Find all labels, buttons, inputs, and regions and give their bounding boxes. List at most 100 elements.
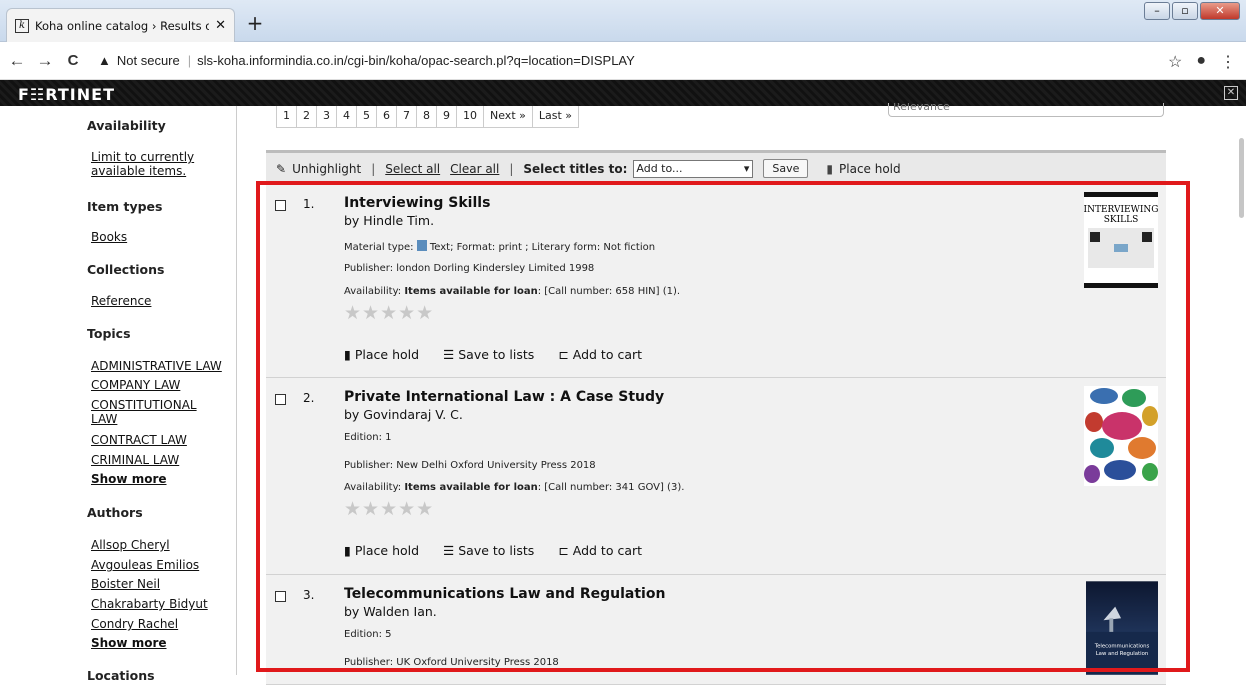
result-checkbox[interactable] (275, 394, 286, 405)
tab-close-icon[interactable]: ✕ (215, 18, 226, 33)
publisher: Publisher: london Dorling Kindersley Lim… (344, 263, 595, 274)
place-hold-label: Place hold (354, 543, 420, 558)
unhighlight-link[interactable]: Unhighlight (292, 162, 361, 176)
limit-available-link[interactable]: Limit to currently available items. (91, 150, 194, 178)
facets-sidebar: Availability Limit to currently availabl… (78, 106, 237, 683)
topic-line-1: CONSTITUTIONAL (91, 398, 197, 412)
selection-toolbar: ✎ Unhighlight | Select all Clear all | S… (266, 150, 1166, 184)
page-link[interactable]: 7 (397, 106, 417, 127)
bookmark-icon: ▮ (344, 347, 355, 362)
bookmark-star-icon[interactable]: ☆ (1168, 52, 1182, 72)
page-link[interactable]: 9 (437, 106, 457, 127)
author-link[interactable]: Condry Rachel (91, 617, 178, 631)
material-type: Material type: Text; Format: print ; Lit… (344, 240, 655, 253)
rating-stars[interactable]: ★★★★★ (344, 498, 434, 520)
authors-heading: Authors (87, 505, 143, 520)
pencil-icon: ✎ (276, 161, 287, 176)
add-to-select[interactable]: Add to... (633, 159, 754, 178)
result-item: 3. Telecommunications Law and Regulation… (266, 575, 1166, 685)
book-cover-image[interactable]: INTERVIEWING SKILLS (1084, 192, 1158, 288)
minimize-icon[interactable]: – (1144, 2, 1170, 20)
result-author-link[interactable]: by Hindle Tim. (344, 213, 434, 228)
forward-icon[interactable]: → (34, 51, 56, 71)
place-hold-link[interactable]: ▮ Place hold (344, 347, 419, 362)
result-title-link[interactable]: Private International Law : A Case Study (344, 389, 664, 405)
topic-link[interactable]: CONSTITUTIONAL LAW (91, 398, 197, 426)
authors-show-more-link[interactable]: Show more (91, 636, 167, 650)
topic-link[interactable]: CONTRACT LAW (91, 433, 187, 447)
page-link[interactable]: 10 (457, 106, 484, 127)
reload-icon[interactable]: C (62, 52, 84, 69)
author-link[interactable]: Avgouleas Emilios (91, 558, 199, 572)
cover-title-line-1: INTERVIEWING (1084, 205, 1158, 215)
rating-stars[interactable]: ★★★★★ (344, 302, 434, 324)
save-button[interactable]: Save (763, 159, 809, 178)
tab-title: Koha online catalog › Results of s (35, 18, 210, 33)
locations-heading: Locations (87, 668, 155, 683)
profile-icon[interactable]: ● (1196, 52, 1206, 72)
book-cover-image[interactable] (1084, 386, 1158, 486)
list-icon: ☰ (443, 543, 459, 558)
browser-tab[interactable]: k Koha online catalog › Results of s ✕ (6, 8, 235, 42)
result-checkbox[interactable] (275, 591, 286, 602)
next-page-link[interactable]: Next » (484, 106, 533, 127)
result-number: 1. (303, 197, 315, 211)
warning-icon: ▲ (98, 53, 111, 68)
book-cover-image[interactable]: Telecommunications Law and Regulation (1086, 581, 1158, 675)
add-to-cart-link[interactable]: ⊏ Add to cart (558, 543, 642, 558)
book-icon (416, 240, 427, 251)
result-title-link[interactable]: Interviewing Skills (344, 195, 490, 211)
place-hold-link[interactable]: ▮ Place hold (344, 543, 419, 558)
edition: Edition: 1 (344, 432, 392, 443)
url-field[interactable]: sls-koha.informindia.co.in/cgi-bin/koha/… (188, 53, 635, 68)
item-type-books-link[interactable]: Books (91, 230, 127, 244)
page-scrollbar[interactable] (1238, 106, 1246, 675)
page-link[interactable]: 8 (417, 106, 437, 127)
scrollbar-thumb[interactable] (1239, 138, 1244, 218)
page-link[interactable]: 3 (317, 106, 337, 127)
author-link[interactable]: Allsop Cheryl (91, 538, 170, 552)
result-title-link[interactable]: Telecommunications Law and Regulation (344, 586, 665, 602)
security-indicator[interactable]: ▲ Not secure (98, 53, 180, 68)
maximize-icon[interactable]: ▫ (1172, 2, 1198, 20)
select-all-link[interactable]: Select all (385, 162, 440, 176)
page-link[interactable]: 6 (377, 106, 397, 127)
new-tab-button[interactable]: + (244, 13, 266, 35)
author-link[interactable]: Chakrabarty Bidyut (91, 597, 208, 611)
result-author-link[interactable]: by Walden Ian. (344, 604, 437, 619)
material-label: Material type: (344, 242, 417, 253)
window-close-icon[interactable]: ✕ (1200, 2, 1240, 20)
page-link[interactable]: 4 (337, 106, 357, 127)
availability-label: Availability: (344, 482, 405, 493)
back-icon[interactable]: ← (6, 51, 28, 71)
page-link[interactable]: 2 (297, 106, 317, 127)
clear-all-link[interactable]: Clear all (450, 162, 499, 176)
banner-close-icon[interactable]: ✕ (1224, 86, 1238, 100)
last-page-link[interactable]: Last » (533, 106, 578, 127)
collection-reference-link[interactable]: Reference (91, 294, 151, 308)
add-to-cart-link[interactable]: ⊏ Add to cart (558, 347, 642, 362)
author-link[interactable]: Boister Neil (91, 577, 160, 591)
result-number: 3. (303, 588, 315, 602)
result-author-link[interactable]: by Govindaraj V. C. (344, 407, 463, 422)
sort-select[interactable]: Relevance (888, 103, 1164, 117)
menu-icon[interactable]: ⋮ (1220, 52, 1236, 72)
edition: Edition: 5 (344, 629, 392, 640)
publisher: Publisher: UK Oxford University Press 20… (344, 657, 559, 668)
availability: Availability: Items available for loan: … (344, 286, 680, 297)
topic-line-2: LAW (91, 412, 118, 426)
cover-title-line-2: SKILLS (1104, 215, 1139, 225)
toolbar-place-hold-link[interactable]: Place hold (839, 162, 901, 176)
save-to-lists-link[interactable]: ☰ Save to lists (443, 347, 534, 362)
result-checkbox[interactable] (275, 200, 286, 211)
page-link[interactable]: 1 (277, 106, 297, 127)
availability-callnumber: : [Call number: 341 GOV] (3). (537, 482, 685, 493)
topic-link[interactable]: CRIMINAL LAW (91, 453, 179, 467)
availability-label: Availability: (344, 286, 405, 297)
topic-link[interactable]: COMPANY LAW (91, 378, 180, 392)
select-titles-label: Select titles to: (523, 161, 628, 176)
save-to-lists-link[interactable]: ☰ Save to lists (443, 543, 534, 558)
topics-show-more-link[interactable]: Show more (91, 472, 167, 486)
page-link[interactable]: 5 (357, 106, 377, 127)
topic-link[interactable]: ADMINISTRATIVE LAW (91, 359, 222, 373)
